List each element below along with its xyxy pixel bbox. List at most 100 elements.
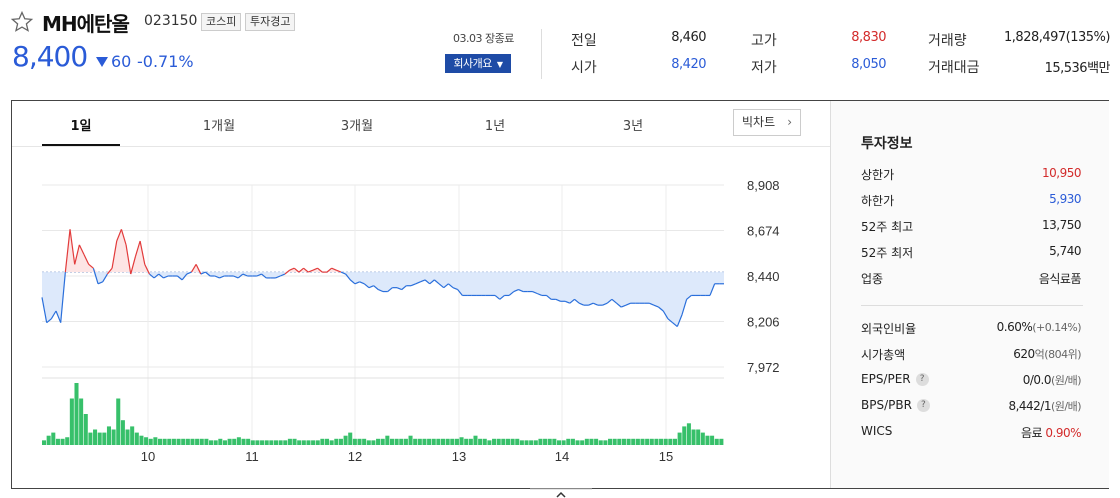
volume-bar bbox=[106, 426, 111, 445]
volume-bar bbox=[204, 438, 209, 445]
volume-bar bbox=[352, 438, 357, 445]
volume-bar bbox=[60, 438, 65, 445]
volume-bar bbox=[232, 438, 237, 445]
industry-value[interactable]: 음식료품 bbox=[1039, 270, 1082, 287]
volume-bar bbox=[111, 429, 116, 445]
market-cap-rank: 억(804위) bbox=[1034, 348, 1082, 361]
volume-bar bbox=[301, 440, 306, 445]
volume-bar bbox=[663, 438, 668, 445]
bps-pbr: 8,442/1 bbox=[1008, 399, 1051, 413]
volume-bar bbox=[454, 438, 459, 445]
volume-bar bbox=[227, 438, 232, 445]
volume-bar bbox=[515, 438, 520, 445]
low-label: 저가 bbox=[751, 60, 777, 76]
volume-bar bbox=[385, 435, 390, 445]
volume-bar bbox=[519, 440, 524, 445]
volume-bar bbox=[570, 438, 575, 445]
volume-bar bbox=[46, 435, 51, 445]
volume-bar bbox=[176, 438, 181, 445]
volume-bar bbox=[74, 383, 79, 445]
volume-bar bbox=[209, 440, 214, 445]
volume-bar bbox=[389, 438, 394, 445]
volume-bar bbox=[153, 437, 158, 445]
volume-bar bbox=[144, 437, 149, 445]
tab-1day[interactable]: 1일 bbox=[41, 115, 121, 134]
volume-bar bbox=[134, 432, 139, 445]
volume-bar bbox=[682, 426, 687, 445]
volume-bar bbox=[556, 440, 562, 445]
company-overview-label: 회사개요 bbox=[453, 57, 492, 70]
eps-per-label: EPS/PER? bbox=[861, 372, 929, 386]
volume-bar bbox=[464, 438, 469, 445]
big-chart-button[interactable]: 빅차트 › bbox=[733, 109, 801, 136]
volume-label: 거래량 bbox=[928, 33, 967, 49]
volume-bar bbox=[612, 438, 617, 445]
upper-limit-value: 10,950 bbox=[1042, 166, 1082, 180]
volume-bar bbox=[376, 438, 381, 445]
volume-bar bbox=[246, 438, 251, 445]
warning-tag: 투자경고 bbox=[245, 13, 296, 31]
volume-bar bbox=[496, 438, 501, 445]
volume-bar bbox=[608, 438, 613, 445]
volume-bar bbox=[547, 438, 552, 445]
volume-bar bbox=[171, 438, 176, 445]
volume-bar bbox=[325, 438, 330, 445]
volume-bar bbox=[417, 438, 422, 445]
volume-bar bbox=[287, 438, 292, 445]
favorite-star-icon[interactable] bbox=[10, 10, 34, 34]
tab-3year[interactable]: 3년 bbox=[593, 115, 673, 134]
chevron-right-icon: › bbox=[787, 115, 792, 129]
volume-bar bbox=[120, 420, 125, 445]
bps-pbr-value: 8,442/1(원/배) bbox=[1008, 398, 1081, 414]
volume-bar bbox=[705, 435, 710, 445]
market-tag: 코스피 bbox=[201, 13, 242, 31]
volume-bar bbox=[181, 438, 186, 445]
volume-bar bbox=[320, 438, 325, 445]
volume-bar bbox=[334, 438, 339, 445]
volume-bar bbox=[264, 440, 269, 445]
investment-info-title: 투자정보 bbox=[861, 136, 913, 152]
tab-3month[interactable]: 3개월 bbox=[317, 115, 397, 134]
market-close-label: 03.03 장종료 bbox=[453, 32, 514, 45]
volume-bar bbox=[584, 438, 589, 445]
bps-pbr-label: BPS/PBR? bbox=[861, 398, 930, 412]
volume-bar bbox=[157, 438, 163, 445]
volume-bar bbox=[55, 438, 60, 445]
company-overview-button[interactable]: 회사개요 ▼ bbox=[445, 54, 511, 73]
volume-bar bbox=[306, 440, 311, 445]
volume-bar bbox=[236, 437, 241, 445]
upper-limit-label: 상한가 bbox=[861, 168, 895, 182]
volume-bar bbox=[162, 438, 167, 445]
divider bbox=[541, 29, 542, 79]
volume-bar bbox=[505, 438, 510, 445]
volume-bar bbox=[473, 435, 478, 445]
tab-1year[interactable]: 1년 bbox=[455, 115, 535, 134]
volume-bar bbox=[167, 438, 172, 445]
x-tick-label: 12 bbox=[348, 449, 362, 464]
volume-bar bbox=[380, 438, 385, 445]
market-cap: 620 bbox=[1013, 347, 1035, 361]
tab-1month[interactable]: 1개월 bbox=[179, 115, 259, 134]
collapse-handle-icon[interactable] bbox=[530, 488, 592, 498]
volume-bar bbox=[529, 440, 534, 445]
volume-bar bbox=[273, 440, 279, 445]
volume-bar bbox=[696, 429, 701, 445]
x-tick-label: 15 bbox=[659, 449, 673, 464]
volume-bar bbox=[139, 435, 144, 445]
volume-bar bbox=[269, 440, 274, 445]
volume-bar bbox=[338, 438, 343, 445]
divider bbox=[861, 305, 1083, 306]
volume-bar bbox=[83, 414, 88, 445]
volume-bar bbox=[278, 440, 283, 445]
stock-header: MH에탄올 023150 코스피 투자경고 8,400 60 -0.71% 03… bbox=[0, 0, 1120, 96]
wics-value[interactable]: 음료 0.90% bbox=[1021, 424, 1082, 441]
volume-bar bbox=[185, 438, 190, 445]
volume-bar bbox=[69, 398, 74, 445]
help-icon[interactable]: ? bbox=[915, 373, 929, 386]
volume-bar bbox=[297, 440, 302, 445]
volume-bar bbox=[399, 438, 404, 445]
volume-bar bbox=[362, 438, 367, 445]
volume-value: 1,828,497(135%) bbox=[1004, 30, 1110, 45]
help-icon[interactable]: ? bbox=[916, 399, 930, 412]
stock-name: MH에탄올 bbox=[42, 12, 130, 36]
